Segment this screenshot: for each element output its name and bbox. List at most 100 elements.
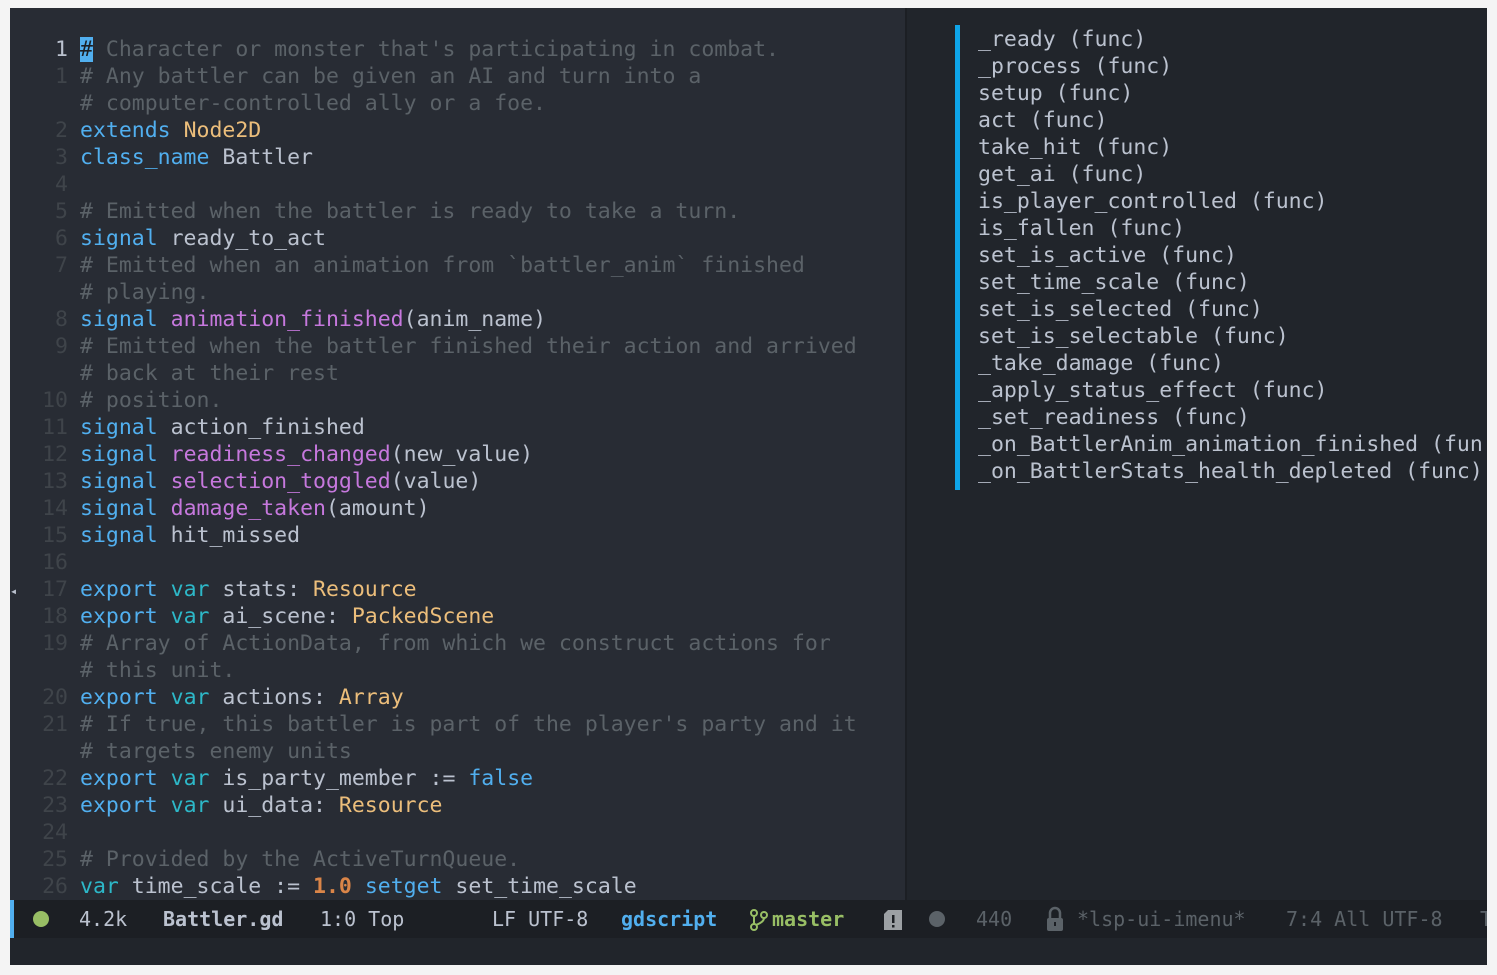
- token-kw: signal: [80, 442, 158, 467]
- line-number: 2: [55, 118, 68, 143]
- imenu-item[interactable]: setup (func): [978, 80, 1133, 107]
- imenu-item[interactable]: _process (func): [978, 53, 1172, 80]
- buffer-filename[interactable]: Battler.gd: [163, 900, 283, 938]
- buffer-state-dot-icon: [33, 911, 49, 927]
- line-number: 13: [42, 469, 68, 494]
- imenu-item[interactable]: get_ai (func): [978, 161, 1146, 188]
- code-line[interactable]: # this unit.: [10, 657, 235, 684]
- code-line[interactable]: # computer-controlled ally or a foe.: [10, 90, 546, 117]
- code-line[interactable]: 22 export var is_party_member := false: [10, 765, 533, 792]
- echo-area[interactable]: [10, 938, 1487, 965]
- imenu-item[interactable]: set_is_active (func): [978, 242, 1237, 269]
- code-line[interactable]: 9 # Emitted when the battler finished the…: [10, 333, 857, 360]
- line-number: 19: [42, 631, 68, 656]
- cursor-position: 1:0 Top: [320, 907, 405, 931]
- code-line[interactable]: 25 # Provided by the ActiveTurnQueue.: [10, 846, 520, 873]
- line-number: 21: [42, 712, 68, 737]
- code-line[interactable]: 21 # If true, this battler is part of the…: [10, 711, 857, 738]
- code-line[interactable]: 6 signal ready_to_act: [10, 225, 326, 252]
- line-number: 10: [42, 388, 68, 413]
- buffer-size: 4.2k: [79, 907, 128, 931]
- code-line[interactable]: 14 signal damage_taken(amount): [10, 495, 429, 522]
- token-comment: # playing.: [80, 280, 210, 305]
- imenu-item[interactable]: _on_BattlerStats_health_depleted (func): [978, 458, 1483, 485]
- code-line[interactable]: 8 signal animation_finished(anim_name): [10, 306, 546, 333]
- token-plain: Battler: [209, 145, 314, 170]
- line-number: 11: [42, 415, 68, 440]
- code-line[interactable]: 13 signal selection_toggled(value): [10, 468, 481, 495]
- token-plain: (new_value): [390, 442, 534, 467]
- imenu-item[interactable]: _apply_status_effect (func): [978, 377, 1328, 404]
- warning-file-icon[interactable]: [883, 909, 903, 931]
- line-number: 23: [42, 793, 68, 818]
- code-line[interactable]: 20 export var actions: Array: [10, 684, 404, 711]
- code-line[interactable]: 1 # Any battler can be given an AI and tu…: [10, 63, 701, 90]
- code-line[interactable]: 5 # Emitted when the battler is ready to …: [10, 198, 740, 225]
- truncated-modeline-text: T: [1480, 907, 1487, 931]
- token-comment: # this unit.: [80, 658, 236, 683]
- line-number: 1: [55, 64, 68, 89]
- imenu-item[interactable]: set_time_scale (func): [978, 269, 1250, 296]
- line-number: 3: [55, 145, 68, 170]
- other-buffer-name[interactable]: *lsp-ui-imenu*: [1077, 900, 1246, 938]
- line-number: 1: [55, 37, 68, 62]
- token-comment: # targets enemy units: [80, 739, 352, 764]
- token-type: PackedScene: [351, 604, 495, 629]
- token-comment: # Array of ActionData, from which we con…: [80, 631, 831, 656]
- code-line[interactable]: 10 # position.: [10, 387, 222, 414]
- code-editor[interactable]: 1 # Character or monster that's participa…: [10, 8, 905, 900]
- token-plain: stats:: [209, 577, 314, 602]
- token-type: Resource: [313, 577, 417, 602]
- imenu-item[interactable]: _take_damage (func): [978, 350, 1224, 377]
- code-line[interactable]: 2 extends Node2D: [10, 117, 261, 144]
- imenu-item[interactable]: is_fallen (func): [978, 215, 1185, 242]
- code-line[interactable]: # targets enemy units: [10, 738, 352, 765]
- token-comment: # Provided by the ActiveTurnQueue.: [80, 847, 521, 872]
- token-plain: ready_to_act: [157, 226, 326, 251]
- imenu-item[interactable]: act (func): [978, 107, 1107, 134]
- line-number: 17: [42, 577, 68, 602]
- token-plain: action_finished: [157, 415, 365, 440]
- code-line[interactable]: 16: [10, 549, 80, 576]
- imenu-item[interactable]: _ready (func): [978, 26, 1146, 53]
- count-indicator: 440: [976, 907, 1013, 931]
- token-kw: signal: [80, 523, 158, 548]
- code-line[interactable]: 18 export var ai_scene: PackedScene: [10, 603, 494, 630]
- token-kw: export: [80, 766, 158, 791]
- code-line[interactable]: 12 signal readiness_changed(new_value): [10, 441, 533, 468]
- token-plain: set_time_scale: [442, 874, 637, 899]
- imenu-item[interactable]: _set_readiness (func): [978, 404, 1250, 431]
- code-line[interactable]: 1 # Character or monster that's participa…: [10, 36, 779, 63]
- major-mode[interactable]: gdscript: [621, 900, 717, 938]
- git-branch[interactable]: master: [772, 900, 844, 938]
- token-kw: signal: [80, 226, 158, 251]
- code-line[interactable]: 7 # Emitted when an animation from `battl…: [10, 252, 805, 279]
- token-plain: time_scale :=: [118, 874, 314, 899]
- imenu-item[interactable]: set_is_selected (func): [978, 296, 1263, 323]
- imenu-item[interactable]: set_is_selectable (func): [978, 323, 1289, 350]
- imenu-item[interactable]: _on_BattlerAnim_animation_finished (fun: [978, 431, 1483, 458]
- token-kw: setget: [364, 874, 443, 899]
- code-line[interactable]: 17 export var stats: Resource: [10, 576, 417, 603]
- code-line[interactable]: 4: [10, 171, 80, 198]
- code-line[interactable]: 19 # Array of ActionData, from which we c…: [10, 630, 831, 657]
- token-fn: animation_finished: [170, 307, 404, 332]
- code-line[interactable]: 26 var time_scale := 1.0 setget set_time_…: [10, 873, 637, 900]
- code-line[interactable]: 23 export var ui_data: Resource: [10, 792, 442, 819]
- imenu-item[interactable]: take_hit (func): [978, 134, 1172, 161]
- token-kw: export: [80, 685, 158, 710]
- line-number: 20: [42, 685, 68, 710]
- code-line[interactable]: 24: [10, 819, 80, 846]
- code-line[interactable]: # back at their rest: [10, 360, 339, 387]
- token-var: var: [170, 685, 210, 710]
- code-line[interactable]: 15 signal hit_missed: [10, 522, 300, 549]
- encoding[interactable]: LF UTF-8: [492, 900, 588, 938]
- code-line[interactable]: 3 class_name Battler: [10, 144, 313, 171]
- code-line[interactable]: # playing.: [10, 279, 209, 306]
- token-type: Array: [338, 685, 404, 710]
- code-line[interactable]: 11 signal action_finished: [10, 414, 365, 441]
- imenu-item[interactable]: is_player_controlled (func): [978, 188, 1328, 215]
